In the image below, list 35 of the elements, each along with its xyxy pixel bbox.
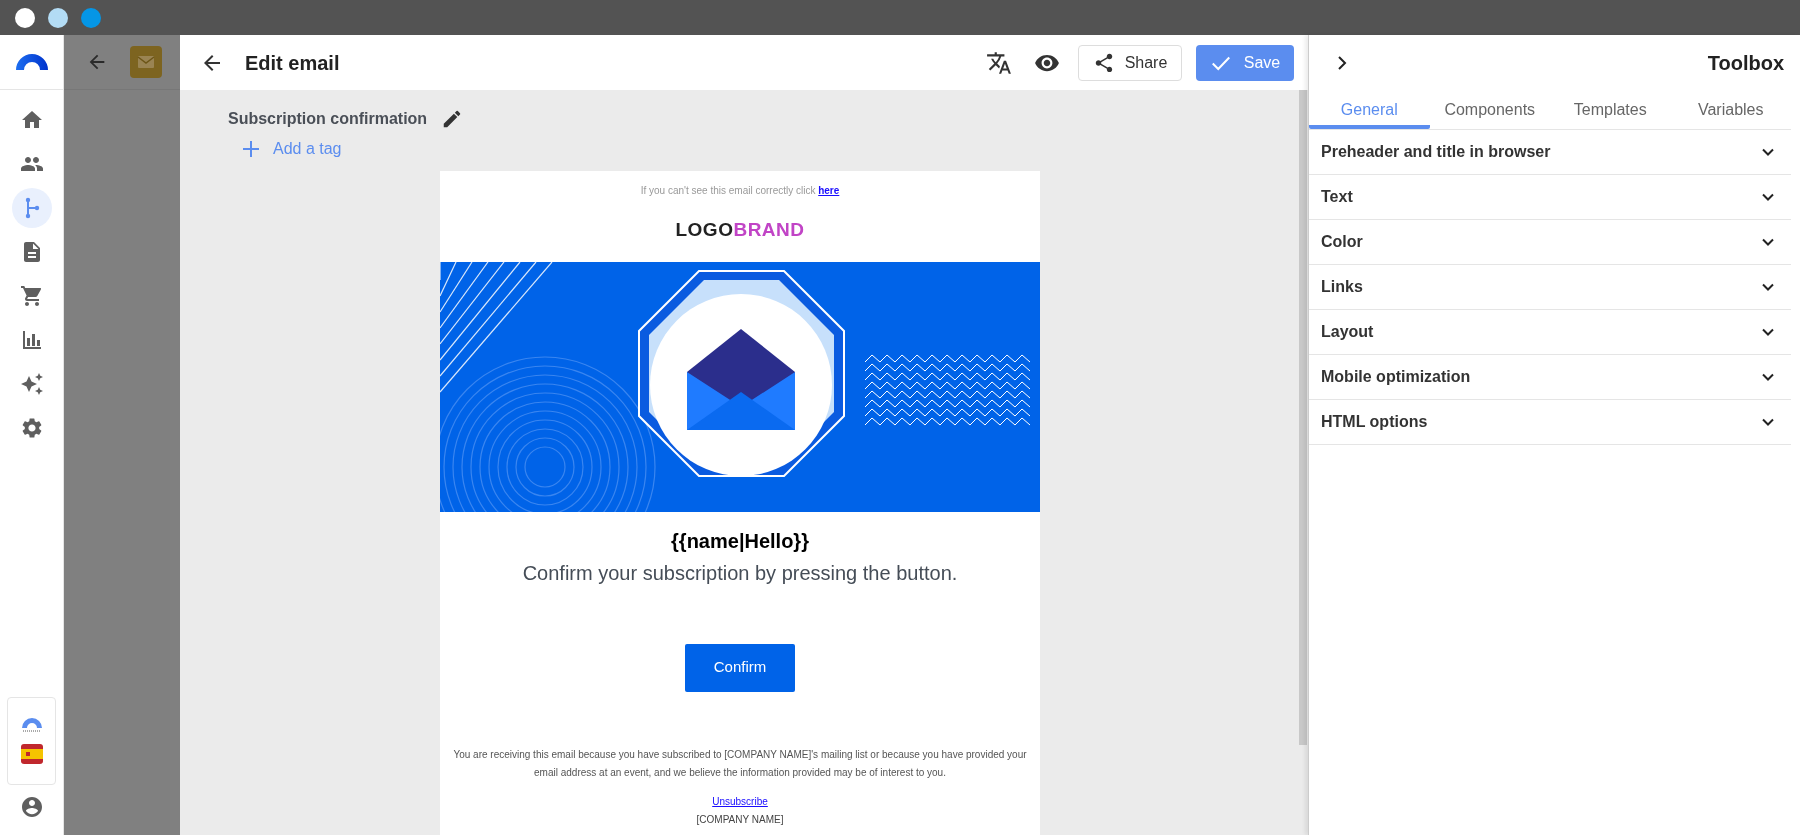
account-icon[interactable] xyxy=(19,795,44,819)
message-text: Confirm your subscription by pressing the button. xyxy=(522,560,958,586)
preheader-text: If you can't see this email correctly click here xyxy=(640,184,840,198)
footer-text: You are receiving this email because you have subscribed to [COMPANY NAME]'s mailing list or because you have provided your email address at an event, and we believe the information provided may be of interest to you. xyxy=(452,747,1028,780)
toolbox-tab[interactable]: Templates xyxy=(1550,90,1671,129)
plus-icon xyxy=(242,140,260,158)
toolbox-tab[interactable]: Variables xyxy=(1670,90,1791,129)
chevron-right-icon[interactable] xyxy=(1335,55,1349,70)
spain-flag-icon[interactable] xyxy=(20,744,43,764)
unsubscribe-link[interactable]: Unsubscribe xyxy=(712,793,768,809)
accordion-section[interactable]: Preheader and title in browser xyxy=(1309,130,1791,175)
sparkles-icon xyxy=(19,372,44,396)
share-button[interactable]: Share xyxy=(1078,44,1182,81)
confirm-button[interactable]: Confirm xyxy=(685,643,795,692)
accordion-section[interactable]: Text xyxy=(1309,175,1791,220)
company-name: [COMPANY NAME] xyxy=(696,812,784,827)
company-logo-icon[interactable] xyxy=(20,718,43,732)
mail-icon xyxy=(130,46,162,78)
accordion-section[interactable]: Color xyxy=(1309,220,1791,265)
accordion-section[interactable]: Mobile optimization xyxy=(1309,355,1791,400)
page-title: Edit email xyxy=(245,50,340,76)
scrollbar[interactable] xyxy=(1299,90,1307,745)
toolbox-tab[interactable]: Components xyxy=(1429,90,1550,129)
brand-logo: LOGOBRAND xyxy=(675,218,805,242)
here-link[interactable]: here xyxy=(818,185,840,196)
cart-icon xyxy=(19,284,44,308)
logo-icon xyxy=(15,54,48,70)
accordion-section[interactable]: Layout xyxy=(1309,310,1791,355)
nav-item[interactable] xyxy=(11,188,52,228)
accordion-section[interactable]: Links xyxy=(1309,265,1791,310)
email-name: Subscription confirmation xyxy=(228,109,428,129)
translate-icon[interactable] xyxy=(986,49,1012,76)
accordion-section[interactable]: HTML options xyxy=(1309,400,1791,445)
greeting-text: {{name|Hello}} xyxy=(671,528,809,554)
panel-title: Toolbox xyxy=(1707,50,1784,76)
